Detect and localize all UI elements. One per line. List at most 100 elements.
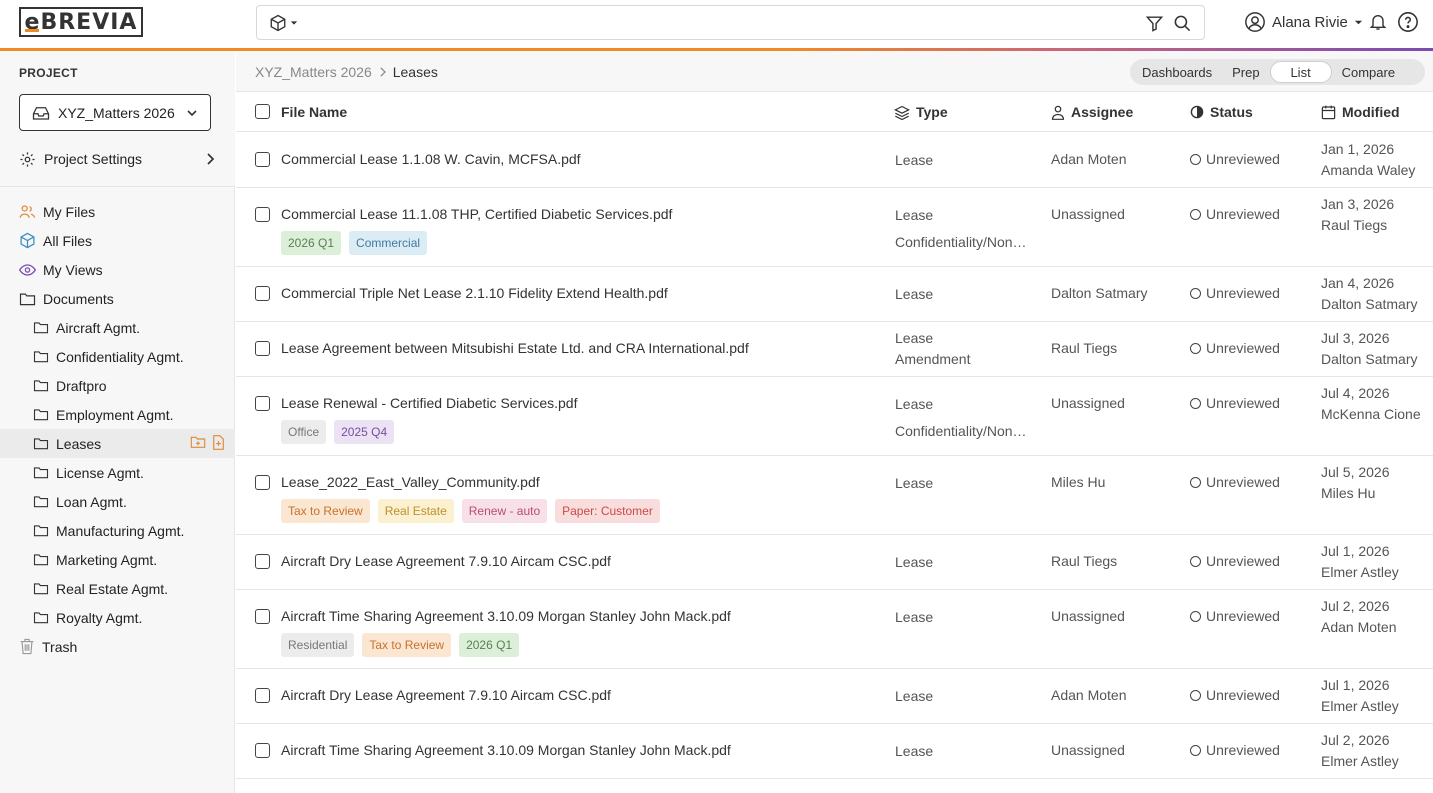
breadcrumb-root[interactable]: XYZ_Matters 2026: [255, 64, 372, 80]
sidebar-folder-marketing[interactable]: Marketing Agmt.: [0, 545, 235, 574]
assignee-cell[interactable]: Raul Tiegs: [1051, 340, 1117, 356]
row-checkbox[interactable]: [255, 207, 270, 222]
status-cell[interactable]: Unreviewed: [1190, 608, 1280, 624]
status-cell[interactable]: Unreviewed: [1190, 206, 1280, 222]
row-checkbox[interactable]: [255, 688, 270, 703]
sidebar-folder-license[interactable]: License Agmt.: [0, 458, 235, 487]
search-icon[interactable]: [1173, 14, 1192, 33]
sidebar-folder-confidentiality[interactable]: Confidentiality Agmt.: [0, 342, 235, 371]
sidebar-item-my-views[interactable]: My Views: [0, 255, 235, 284]
file-name-link[interactable]: Aircraft Time Sharing Agreement 3.10.09 …: [281, 608, 731, 624]
table-row[interactable]: Commercial Lease 1.1.08 W. Cavin, MCFSA.…: [236, 133, 1433, 188]
file-name-link[interactable]: Lease Renewal - Certified Diabetic Servi…: [281, 395, 577, 411]
assignee-cell[interactable]: Miles Hu: [1051, 474, 1105, 490]
tag-badge[interactable]: Real Estate: [377, 499, 454, 523]
assignee-cell[interactable]: Unassigned: [1051, 742, 1125, 758]
file-name-link[interactable]: Commercial Lease 1.1.08 W. Cavin, MCFSA.…: [281, 151, 581, 167]
table-row[interactable]: Lease Renewal - Certified Diabetic Servi…: [236, 377, 1433, 456]
file-name-link[interactable]: Lease_2022_East_Valley_Community.pdf: [281, 474, 540, 490]
filter-icon[interactable]: [1145, 14, 1164, 33]
assignee-cell[interactable]: Unassigned: [1051, 206, 1125, 222]
status-cell[interactable]: Unreviewed: [1190, 474, 1280, 490]
row-checkbox[interactable]: [255, 396, 270, 411]
file-name-link[interactable]: Aircraft Time Sharing Agreement 3.10.09 …: [281, 742, 731, 758]
ebrevia-logo[interactable]: e BREVIA: [19, 7, 143, 37]
table-row[interactable]: Lease Agreement between Mitsubishi Estat…: [236, 322, 1433, 377]
assignee-cell[interactable]: Adan Moten: [1051, 151, 1127, 167]
tag-badge[interactable]: Residential: [281, 633, 355, 657]
file-name-link[interactable]: Commercial Triple Net Lease 2.1.10 Fidel…: [281, 285, 668, 301]
tag-badge[interactable]: 2025 Q4: [334, 420, 395, 444]
sidebar-folder-employment[interactable]: Employment Agmt.: [0, 400, 235, 429]
sidebar-item-trash[interactable]: Trash: [0, 632, 235, 661]
view-toggle-prep[interactable]: Prep: [1222, 61, 1269, 83]
assignee-cell[interactable]: Adan Moten: [1051, 687, 1127, 703]
add-folder-icon[interactable]: [190, 435, 206, 449]
project-settings-link[interactable]: Project Settings: [19, 148, 215, 170]
status-cell[interactable]: Unreviewed: [1190, 285, 1280, 301]
status-cell[interactable]: Unreviewed: [1190, 395, 1280, 411]
column-header-modified[interactable]: Modified: [1321, 104, 1400, 120]
row-checkbox[interactable]: [255, 475, 270, 490]
sidebar-folder-aircraft[interactable]: Aircraft Agmt.: [0, 313, 235, 342]
status-cell[interactable]: Unreviewed: [1190, 687, 1280, 703]
file-name-link[interactable]: Commercial Lease 11.1.08 THP, Certified …: [281, 206, 672, 222]
sidebar-folder-leases[interactable]: Leases: [0, 429, 235, 458]
assignee-cell[interactable]: Unassigned: [1051, 608, 1125, 624]
row-checkbox[interactable]: [255, 743, 270, 758]
file-name-link[interactable]: Aircraft Dry Lease Agreement 7.9.10 Airc…: [281, 687, 611, 703]
table-row[interactable]: Aircraft Dry Lease Agreement 7.9.10 Airc…: [236, 535, 1433, 590]
sidebar-folder-loan[interactable]: Loan Agmt.: [0, 487, 235, 516]
sidebar-item-my-files[interactable]: My Files: [0, 197, 235, 226]
row-checkbox[interactable]: [255, 152, 270, 167]
row-checkbox[interactable]: [255, 286, 270, 301]
tag-badge[interactable]: Renew - auto: [461, 499, 548, 523]
sidebar-folder-royalty[interactable]: Royalty Agmt.: [0, 603, 235, 632]
row-checkbox[interactable]: [255, 341, 270, 356]
add-file-icon[interactable]: [212, 435, 225, 450]
column-header-status[interactable]: Status: [1190, 104, 1253, 120]
help-icon[interactable]: [1397, 11, 1419, 33]
row-checkbox[interactable]: [255, 609, 270, 624]
search-scope-dropdown[interactable]: [269, 14, 298, 32]
column-header-assignee[interactable]: Assignee: [1051, 104, 1133, 120]
file-name-link[interactable]: Lease Agreement between Mitsubishi Estat…: [281, 340, 749, 356]
table-row[interactable]: Aircraft Time Sharing Agreement 3.10.09 …: [236, 590, 1433, 669]
sidebar-item-documents[interactable]: Documents: [0, 284, 235, 313]
table-row[interactable]: Lease_2022_East_Valley_Community.pdf Tax …: [236, 456, 1433, 535]
status-cell[interactable]: Unreviewed: [1190, 151, 1280, 167]
tag-badge[interactable]: 2026 Q1: [281, 231, 342, 255]
sidebar-item-all-files[interactable]: All Files: [0, 226, 235, 255]
tag-badge[interactable]: Commercial: [349, 231, 428, 255]
tag-badge[interactable]: Office: [281, 420, 327, 444]
table-row[interactable]: Aircraft Dry Lease Agreement 7.9.10 Airc…: [236, 669, 1433, 724]
select-all-checkbox[interactable]: [255, 104, 270, 119]
status-cell[interactable]: Unreviewed: [1190, 340, 1280, 356]
user-menu[interactable]: Alana Rivie: [1244, 11, 1363, 33]
tag-badge[interactable]: 2026 Q1: [459, 633, 520, 657]
file-name-link[interactable]: Aircraft Dry Lease Agreement 7.9.10 Airc…: [281, 553, 611, 569]
table-row[interactable]: Commercial Triple Net Lease 2.1.10 Fidel…: [236, 267, 1433, 322]
column-header-type[interactable]: Type: [894, 104, 948, 120]
assignee-cell[interactable]: Dalton Satmary: [1051, 285, 1147, 301]
assignee-cell[interactable]: Unassigned: [1051, 395, 1125, 411]
column-header-file-name[interactable]: File Name: [281, 104, 347, 120]
row-checkbox[interactable]: [255, 554, 270, 569]
sidebar-folder-manufacturing[interactable]: Manufacturing Agmt.: [0, 516, 235, 545]
tag-badge[interactable]: Tax to Review: [281, 499, 370, 523]
project-select[interactable]: XYZ_Matters 2026: [19, 94, 211, 131]
tag-badge[interactable]: Paper: Customer: [555, 499, 660, 523]
status-cell[interactable]: Unreviewed: [1190, 742, 1280, 758]
status-cell[interactable]: Unreviewed: [1190, 553, 1280, 569]
view-toggle-list[interactable]: List: [1269, 61, 1332, 83]
sidebar-folder-real-estate[interactable]: Real Estate Agmt.: [0, 574, 235, 603]
bell-icon[interactable]: [1368, 11, 1388, 32]
assignee-cell[interactable]: Raul Tiegs: [1051, 553, 1117, 569]
view-toggle-dashboards[interactable]: Dashboards: [1132, 61, 1222, 83]
view-toggle-compare[interactable]: Compare: [1332, 61, 1405, 83]
table-row[interactable]: Aircraft Time Sharing Agreement 3.10.09 …: [236, 724, 1433, 779]
sidebar-folder-draftpro[interactable]: Draftpro: [0, 371, 235, 400]
tag-badge[interactable]: Tax to Review: [362, 633, 452, 657]
table-row[interactable]: Commercial Lease 11.1.08 THP, Certified …: [236, 188, 1433, 267]
search-input[interactable]: [305, 12, 1135, 34]
